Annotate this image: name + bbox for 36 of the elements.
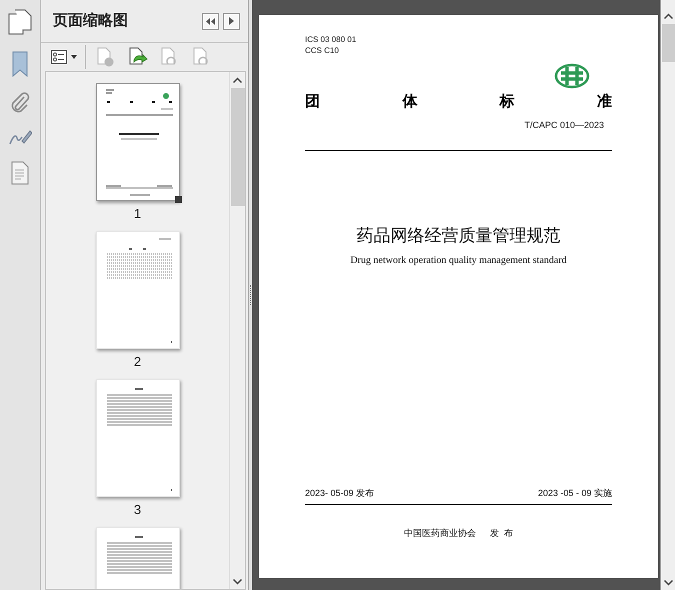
association-logo-icon: [554, 63, 590, 89]
heading-character: 标: [500, 93, 515, 111]
pages-icon[interactable]: [8, 8, 32, 34]
bookmark-icon[interactable]: [11, 51, 29, 77]
ccs-code: CCS C10: [305, 45, 340, 56]
issue-date: 2023- 05-09 发布: [305, 487, 374, 500]
collapse-button[interactable]: [202, 12, 219, 30]
publisher-name: 中国医药商业协会: [404, 526, 476, 540]
page-number: 3: [134, 502, 142, 518]
page-thumbnail[interactable]: [96, 83, 180, 201]
panel-title: 页面缩略图: [53, 10, 128, 31]
publish-label: 发 布: [490, 526, 513, 540]
heading-character: 准: [596, 93, 612, 111]
document-title: 药品网络经营质量管理规范: [356, 224, 560, 246]
effective-date: 2023 -05 - 09 实施: [538, 487, 612, 500]
double-left-icon: [206, 18, 215, 24]
heading-character: 团: [305, 93, 320, 111]
scrollbar-thumb[interactable]: [662, 24, 674, 62]
page-icon: [96, 47, 116, 67]
standard-number: T/CAPC 010—2023: [524, 119, 605, 132]
page-number: 2: [134, 354, 142, 370]
scrollbar[interactable]: [660, 0, 675, 590]
caret-icon: [71, 55, 77, 59]
list-options-icon: [51, 50, 67, 64]
view-box-handle[interactable]: [174, 196, 182, 203]
heading-character: 体: [402, 93, 418, 111]
document-icon[interactable]: [11, 161, 29, 185]
right-arrow-icon: [229, 17, 234, 25]
document-subtitle: Drug network operation quality management standard: [350, 254, 567, 268]
paperclip-icon[interactable]: [10, 91, 30, 113]
ics-code: ICS 03 080 01: [305, 34, 358, 45]
page-icon: [128, 47, 148, 67]
scrollbar-thumb[interactable]: [230, 88, 244, 206]
expand-button[interactable]: [223, 12, 240, 30]
page-number: 1: [134, 206, 142, 222]
logo-icon: [162, 93, 168, 99]
